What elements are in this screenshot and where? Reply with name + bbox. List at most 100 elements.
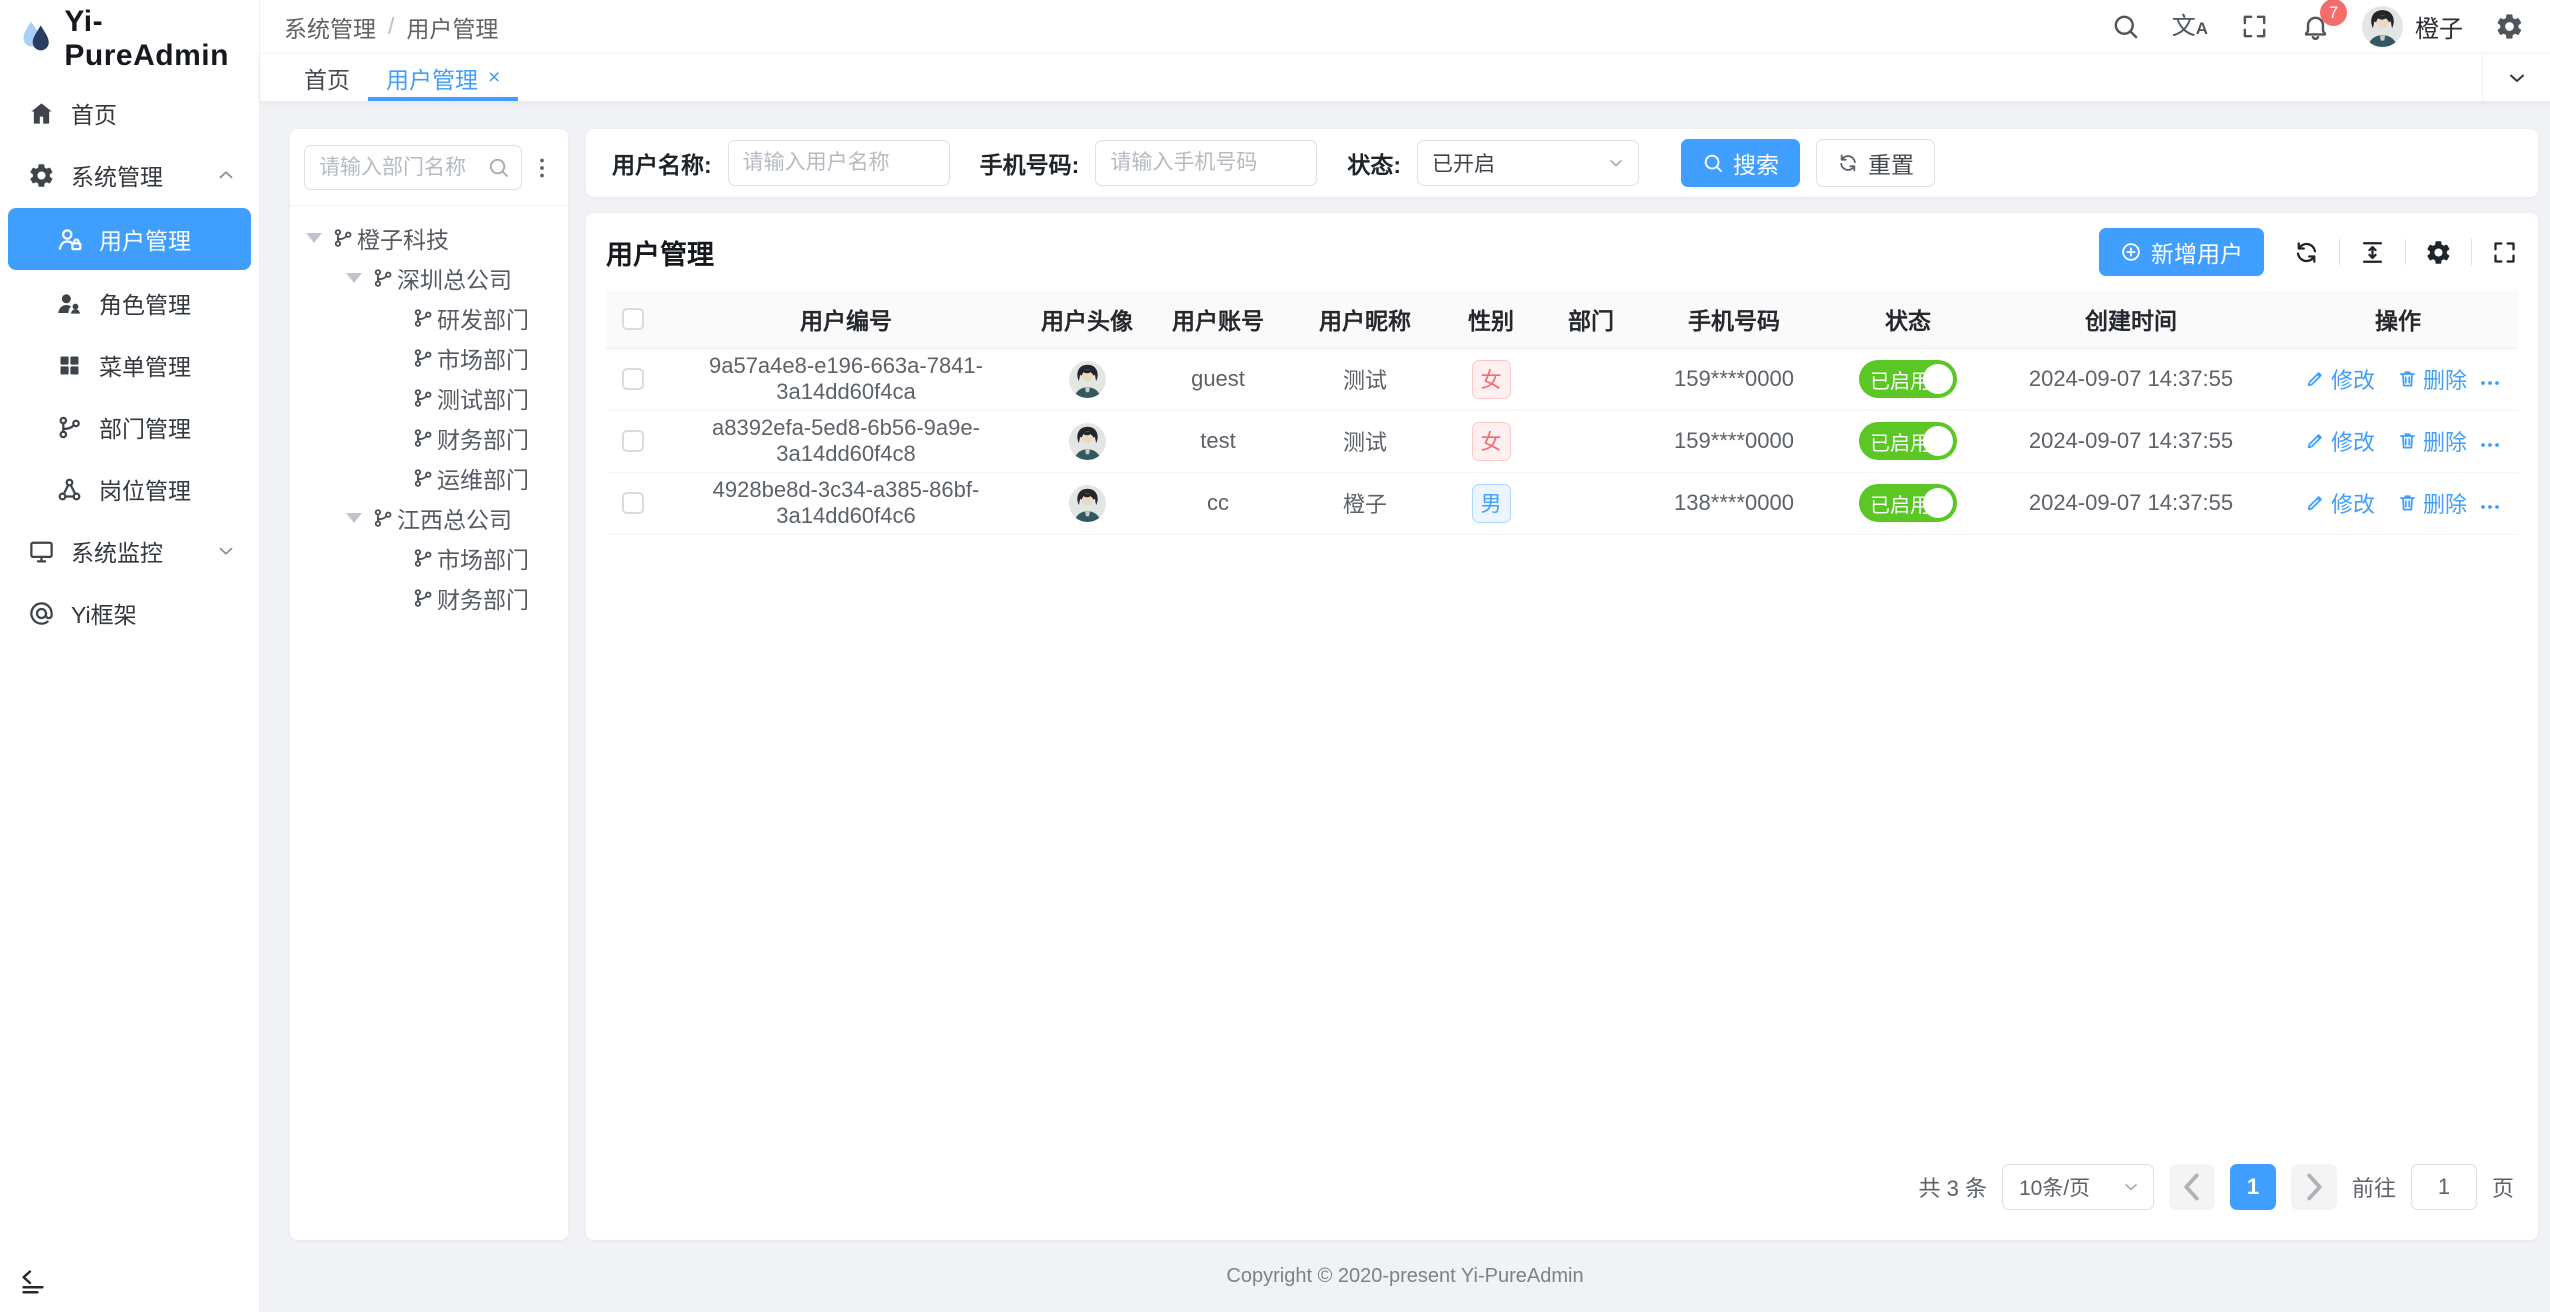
tree-node-市场部门[interactable]: 市场部门 (304, 538, 554, 578)
page-size-select[interactable]: 10条/页 (2002, 1164, 2154, 1210)
close-tab-icon[interactable]: × (488, 66, 500, 90)
phone-label: 手机号码: (980, 146, 1080, 180)
chevron-down-icon (1606, 153, 1626, 173)
divider (290, 205, 568, 206)
status-toggle[interactable]: 已启用 (1859, 360, 1957, 398)
tree-node-运维部门[interactable]: 运维部门 (304, 458, 554, 498)
divider (2405, 239, 2406, 265)
user-account-cell: test (1142, 410, 1294, 472)
created-time-cell: 2024-09-07 14:37:55 (1984, 348, 2278, 410)
tree-node-橙子科技[interactable]: 橙子科技 (304, 218, 554, 258)
toggle-knob (1923, 426, 1953, 456)
reset-button[interactable]: 重置 (1816, 139, 1935, 187)
monitor-icon (28, 538, 55, 565)
tree-node-深圳总公司[interactable]: 深圳总公司 (304, 258, 554, 298)
gender-cell: 女 (1436, 410, 1546, 472)
sidebar-item-首页[interactable]: 首页 (0, 82, 259, 144)
table-fullscreen-icon[interactable] (2491, 239, 2518, 266)
caret-down-icon[interactable] (346, 273, 362, 283)
delete-link[interactable]: 删除 (2397, 487, 2467, 519)
more-actions-icon[interactable] (2478, 371, 2502, 395)
status-cell: 已启用 (1832, 472, 1984, 534)
row-checkbox[interactable] (622, 368, 644, 390)
delete-label: 删除 (2423, 363, 2467, 395)
tree-node-江西总公司[interactable]: 江西总公司 (304, 498, 554, 538)
sidebar-item-用户管理[interactable]: 用户管理 (8, 208, 251, 270)
edit-label: 修改 (2331, 487, 2375, 519)
dept-icon (412, 467, 434, 489)
tree-node-测试部门[interactable]: 测试部门 (304, 378, 554, 418)
prev-page-button[interactable] (2169, 1164, 2215, 1210)
breadcrumb-item[interactable]: 系统管理 (284, 10, 376, 44)
delete-link[interactable]: 删除 (2397, 425, 2467, 457)
row-checkbox[interactable] (622, 430, 644, 452)
status-cell: 已启用 (1832, 348, 1984, 410)
status-toggle[interactable]: 已启用 (1859, 484, 1957, 522)
sidebar-item-label: 首页 (71, 96, 117, 130)
next-page-button[interactable] (2291, 1164, 2337, 1210)
notification-bell[interactable]: 7 (2301, 12, 2330, 41)
tree-node-财务部门[interactable]: 财务部门 (304, 418, 554, 458)
status-toggle[interactable]: 已启用 (1859, 422, 1957, 460)
tab-home[interactable]: 首页 (286, 54, 368, 101)
chevron-down-icon (2121, 1177, 2141, 1197)
sidebar-item-岗位管理[interactable]: 岗位管理 (0, 458, 259, 520)
more-actions-icon[interactable] (2478, 495, 2502, 519)
sidebar-item-Yi框架[interactable]: Yi框架 (0, 582, 259, 644)
sidebar-item-菜单管理[interactable]: 菜单管理 (0, 334, 259, 396)
page-number-button[interactable]: 1 (2230, 1164, 2276, 1210)
collapse-sidebar-icon[interactable] (18, 1266, 48, 1296)
tree-node-市场部门[interactable]: 市场部门 (304, 338, 554, 378)
edit-link[interactable]: 修改 (2305, 487, 2375, 519)
tree-more-icon[interactable] (530, 156, 554, 180)
tab-user-management[interactable]: 用户管理 × (368, 54, 518, 101)
user-account-cell: cc (1142, 472, 1294, 534)
status-select[interactable]: 已开启 (1417, 140, 1639, 186)
actions-cell: 修改 删除 (2278, 348, 2518, 410)
sidebar-item-角色管理[interactable]: 角色管理 (0, 272, 259, 334)
row-density-icon[interactable] (2359, 239, 2386, 266)
sidebar-item-系统监控[interactable]: 系统监控 (0, 520, 259, 582)
tree-node-研发部门[interactable]: 研发部门 (304, 298, 554, 338)
status-label: 状态: (1347, 146, 1401, 180)
role-icon (56, 290, 83, 317)
more-actions-icon[interactable] (2478, 433, 2502, 457)
refresh-table-icon[interactable] (2293, 239, 2320, 266)
caret-down-icon[interactable] (306, 233, 322, 243)
gender-cell: 女 (1436, 348, 1546, 410)
column-settings-icon[interactable] (2425, 239, 2452, 266)
tree-node-财务部门[interactable]: 财务部门 (304, 578, 554, 618)
tree-node-label: 财务部门 (437, 421, 529, 455)
main-area: 系统管理 / 用户管理 文A 7 橙子 首页 (260, 0, 2550, 1312)
select-all-header (606, 291, 660, 348)
gear-icon (28, 162, 55, 189)
actions-cell: 修改删除 (2278, 410, 2518, 472)
sidebar-item-系统管理[interactable]: 系统管理 (0, 144, 259, 206)
translate-icon[interactable]: 文A (2172, 15, 2208, 39)
settings-gear-icon[interactable] (2495, 12, 2524, 41)
sidebar-item-label: Yi框架 (71, 596, 137, 630)
water-drop-logo-icon (18, 17, 54, 61)
search-button[interactable]: 搜索 (1681, 139, 1800, 187)
select-all-checkbox[interactable] (622, 308, 644, 330)
trash-icon (2397, 492, 2418, 513)
fullscreen-icon[interactable] (2240, 12, 2269, 41)
user-menu[interactable]: 橙子 (2362, 6, 2463, 47)
search-icon[interactable] (2111, 12, 2140, 41)
sidebar-item-部门管理[interactable]: 部门管理 (0, 396, 259, 458)
add-user-button[interactable]: 新增用户 (2099, 228, 2264, 276)
edit-link[interactable]: 修改 (2305, 363, 2375, 395)
dept-icon (412, 307, 434, 329)
goto-page-input[interactable] (2411, 1164, 2477, 1210)
edit-link[interactable]: 修改 (2305, 425, 2375, 457)
tab-list-dropdown[interactable] (2482, 54, 2550, 101)
delete-link[interactable]: 删除 (2397, 363, 2467, 395)
user-account-cell: guest (1142, 348, 1294, 410)
caret-down-icon[interactable] (346, 513, 362, 523)
logo: Yi-PureAdmin (0, 0, 259, 78)
username-input[interactable] (728, 140, 950, 186)
tree-node-label: 研发部门 (437, 301, 529, 335)
phone-input[interactable] (1095, 140, 1317, 186)
status-cell: 已启用 (1832, 410, 1984, 472)
row-checkbox[interactable] (622, 492, 644, 514)
